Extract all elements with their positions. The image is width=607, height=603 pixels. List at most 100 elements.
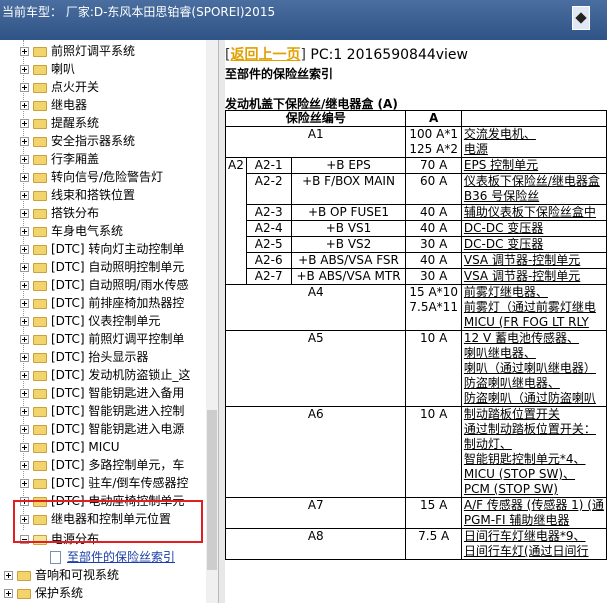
tree-item-label: [DTC] 智能钥匙进入备用 [51, 386, 185, 400]
tree-item[interactable]: 继电器 [20, 96, 87, 114]
tree-item-label: [DTC] 自动照明/雨水传感 [51, 278, 189, 292]
expand-icon[interactable] [4, 571, 13, 580]
table-row: A4 15 A*10 7.5A*11 前雾灯继电器、 前雾灯（通过前雾灯继电 MICU (… [225, 284, 607, 331]
fuse-description: 仪表板下保险丝/继电器盒 B36 号保险丝 [460, 173, 607, 205]
page-heading: 至部件的保险丝索引 [225, 67, 334, 81]
fuse-subnumber: A2-4 [245, 220, 292, 237]
expand-icon[interactable] [20, 173, 29, 182]
tree-item[interactable]: [DTC] 抬头显示器 [20, 348, 148, 366]
folder-icon [33, 316, 47, 327]
tree-item[interactable]: [DTC] 转向灯主动控制单 [20, 240, 184, 258]
tree-item-label: [DTC] 抬头显示器 [51, 350, 149, 364]
tree-item[interactable]: [DTC] 前照灯调平控制单 [20, 330, 184, 348]
fuse-amperage: 100 A*1 125 A*2 [405, 126, 462, 158]
tree-item[interactable]: [DTC] 智能钥匙进入备用 [20, 384, 184, 402]
folder-icon [33, 100, 47, 111]
tree-item[interactable]: [DTC] 仪表控制单元 [20, 312, 160, 330]
fuse-name: +B VS1 [290, 220, 407, 237]
toggle-icon[interactable] [572, 6, 590, 30]
expand-icon[interactable] [20, 299, 29, 308]
tree-item[interactable]: [DTC] 自动照明/雨水传感 [20, 276, 188, 294]
expand-icon[interactable] [20, 335, 29, 344]
tree-item-label: 至部件的保险丝索引 [67, 550, 176, 564]
tree-item[interactable]: [DTC] 智能钥匙进入电源 [20, 420, 184, 438]
folder-icon [33, 406, 47, 417]
fuse-description: DC-DC 变压器 [460, 220, 607, 237]
expand-icon[interactable] [20, 389, 29, 398]
fuse-amperage: 30 A [405, 236, 462, 253]
tree-item[interactable]: 车身电气系统 [20, 222, 123, 240]
fuse-name: +B ABS/VSA FSR [290, 252, 407, 269]
tree-item[interactable]: [DTC] 驻车/倒车传感器控 [20, 474, 188, 492]
pane-splitter[interactable] [218, 40, 225, 603]
folder-icon [33, 46, 47, 57]
expand-icon[interactable] [20, 191, 29, 200]
expand-icon[interactable] [20, 317, 29, 326]
tree-item[interactable]: 前照灯调平系统 [20, 42, 135, 60]
table-row: A2-4 +B VS1 40 A DC-DC 变压器 [226, 220, 607, 237]
expand-icon[interactable] [20, 461, 29, 470]
expand-icon[interactable] [20, 245, 29, 254]
tree-item[interactable]: 喇叭 [20, 60, 75, 78]
fuse-description: 前雾灯继电器、 前雾灯（通过前雾灯继电 MICU (FR FOG LT RLY [460, 284, 607, 331]
table-row: A2-6 +B ABS/VSA FSR 40 A VSA 调节器-控制单元 [226, 252, 607, 269]
folder-icon [17, 588, 31, 599]
tree-item[interactable]: [DTC] MICU [20, 438, 119, 456]
expand-icon[interactable] [20, 353, 29, 362]
expand-icon[interactable] [20, 281, 29, 290]
expand-icon[interactable] [20, 137, 29, 146]
tree-item[interactable]: 线束和搭铁位置 [20, 186, 135, 204]
tree-item[interactable]: 音响和可视系统 [4, 566, 119, 584]
tree-item-label: 车身电气系统 [51, 224, 124, 238]
expand-icon[interactable] [20, 407, 29, 416]
expand-icon[interactable] [20, 209, 29, 218]
fuse-number: A6 [225, 406, 407, 498]
tree-item-label: [DTC] 自动照明控制单元 [51, 260, 185, 274]
fuse-name: +B VS2 [290, 236, 407, 253]
tree-item[interactable]: 行李厢盖 [20, 150, 99, 168]
folder-icon [33, 244, 47, 255]
expand-icon[interactable] [20, 155, 29, 164]
tree-item[interactable]: 保护系统 [4, 584, 83, 602]
expand-icon[interactable] [20, 263, 29, 272]
expand-icon[interactable] [20, 83, 29, 92]
tree-item[interactable]: [DTC] 智能钥匙进入控制 [20, 402, 184, 420]
tree-item[interactable]: [DTC] 自动照明控制单元 [20, 258, 184, 276]
tree-item[interactable]: [DTC] 前排座椅加热器控 [20, 294, 184, 312]
scrollbar-thumb[interactable] [207, 410, 217, 570]
tree-item[interactable]: 安全指示器系统 [20, 132, 135, 150]
expand-icon[interactable] [20, 119, 29, 128]
tree-item[interactable]: [DTC] 发动机防盗锁止_这 [20, 366, 190, 384]
fuse-amperage: 10 A [405, 406, 462, 498]
fuse-subnumber: A2-2 [245, 173, 292, 205]
expand-icon[interactable] [20, 65, 29, 74]
folder-icon [33, 334, 47, 345]
folder-icon [33, 424, 47, 435]
expand-icon[interactable] [20, 425, 29, 434]
tree-item[interactable]: 提醒系统 [20, 114, 99, 132]
expand-icon[interactable] [20, 371, 29, 380]
tree-item[interactable]: 点火开关 [20, 78, 99, 96]
expand-icon[interactable] [20, 227, 29, 236]
tree-item[interactable]: 搭铁分布 [20, 204, 99, 222]
tree-item[interactable]: 转向信号/危险警告灯 [20, 168, 163, 186]
fuse-amperage: 40 A [405, 220, 462, 237]
folder-icon [33, 136, 47, 147]
fuse-number: A7 [225, 497, 407, 529]
fuse-amperage: 15 A [405, 497, 462, 529]
expand-icon[interactable] [4, 589, 13, 598]
tree-item-selected[interactable]: 至部件的保险丝索引 [50, 548, 175, 566]
tree-item[interactable]: [DTC] 多路控制单元，车 [20, 456, 184, 474]
table-row: A2-2 +B F/BOX MAIN 60 A 仪表板下保险丝/继电器盒 B36 号保险… [226, 173, 607, 205]
back-link[interactable]: 返回上一页 [230, 47, 300, 63]
expand-icon[interactable] [20, 101, 29, 110]
fuse-subnumber: A2-3 [245, 204, 292, 221]
expand-icon[interactable] [20, 47, 29, 56]
tree-item-label: [DTC] 智能钥匙进入电源 [51, 422, 185, 436]
expand-icon[interactable] [20, 479, 29, 488]
folder-icon [33, 190, 47, 201]
table-row: A8 7.5 A 日间行车灯继电器*9、 日间行车灯(通过日间行 [225, 528, 607, 560]
expand-icon[interactable] [20, 443, 29, 452]
fuse-amperage: 7.5 A [405, 528, 462, 560]
tree-item-label: 点火开关 [51, 80, 100, 94]
